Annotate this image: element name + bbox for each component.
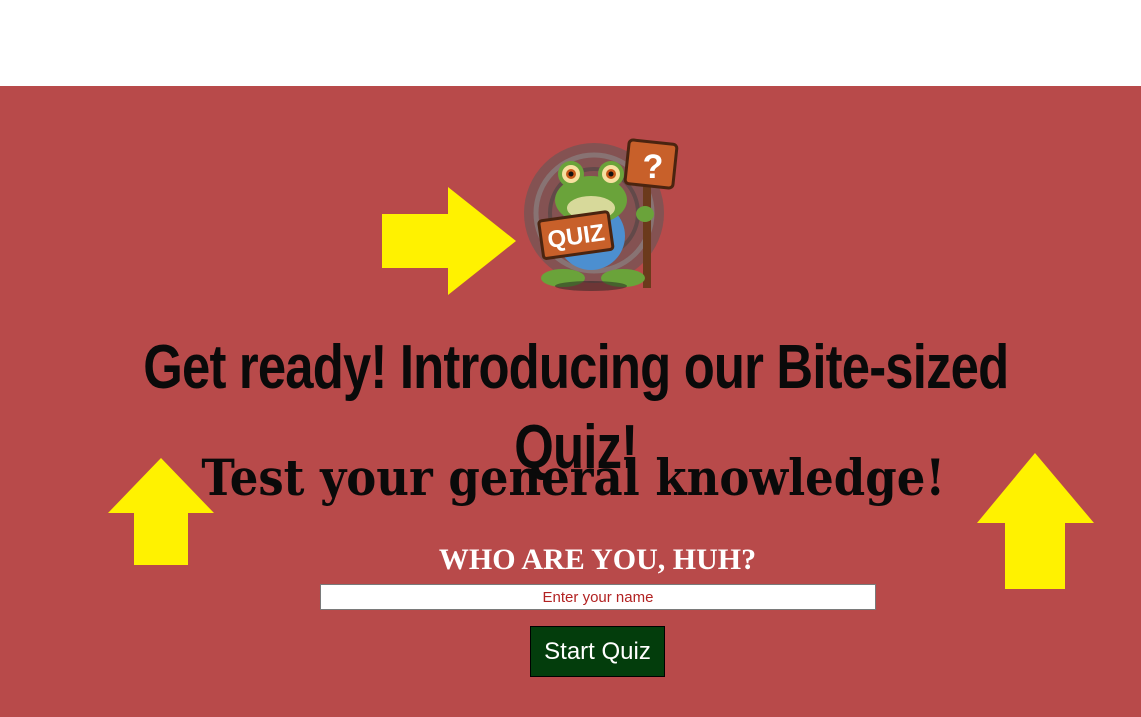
sign-question-mark: ?	[643, 148, 664, 186]
page-subheadline: Test your general knowledge!	[201, 448, 946, 507]
frog-quiz-logo-icon: ? QUIZ	[524, 138, 679, 291]
arrow-right-icon	[382, 187, 516, 295]
top-bar	[0, 0, 1141, 86]
start-quiz-button[interactable]: Start Quiz	[530, 626, 665, 677]
name-input[interactable]	[320, 584, 876, 610]
name-prompt-label: WHO ARE YOU, HUH?	[438, 543, 757, 576]
